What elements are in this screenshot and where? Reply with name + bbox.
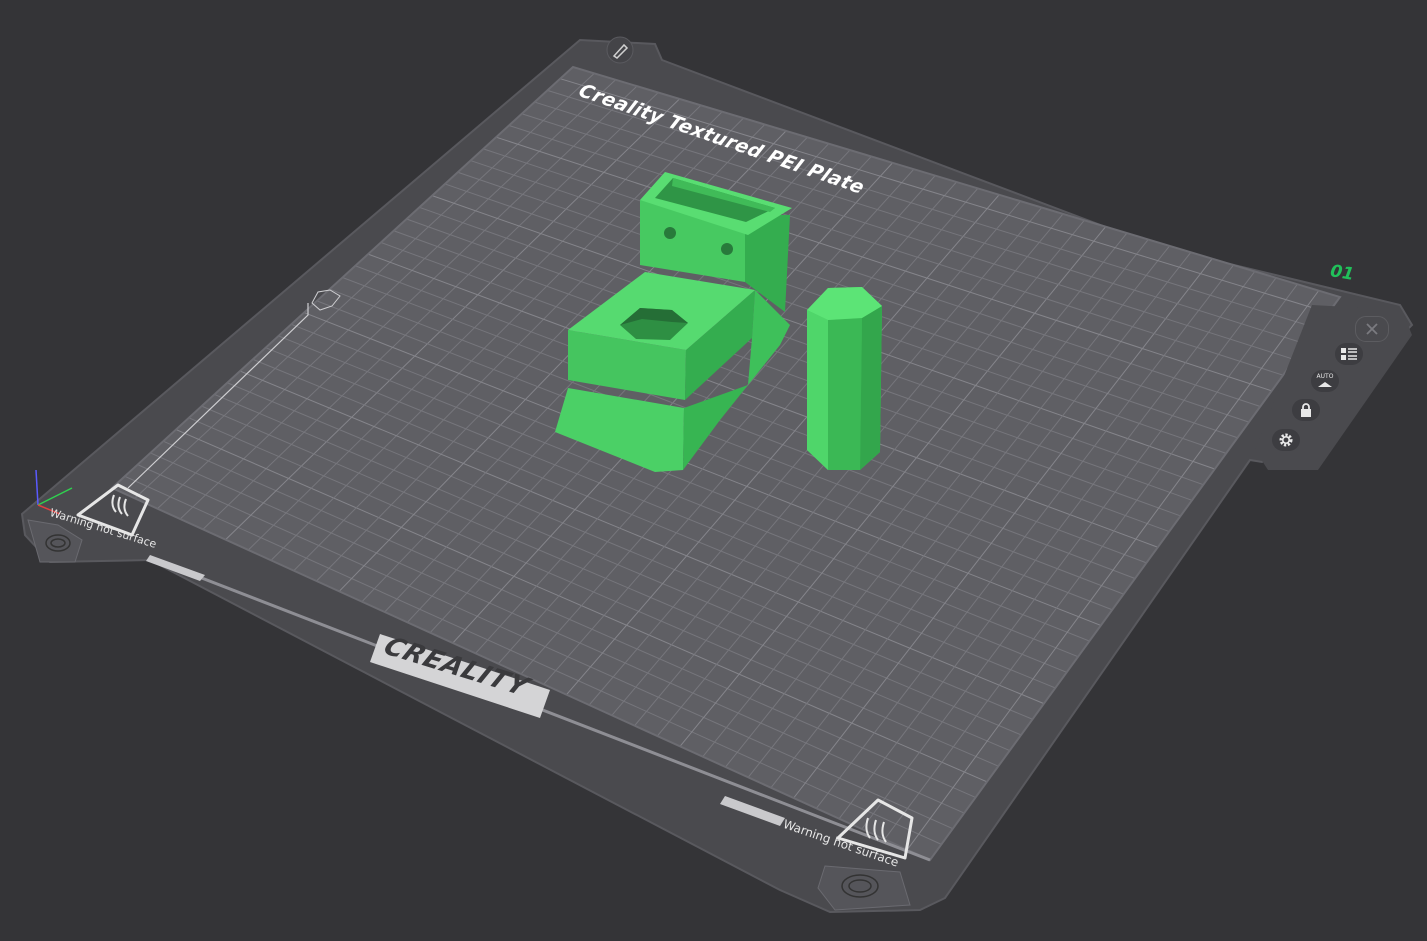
bed-surface[interactable] — [110, 65, 1342, 862]
list-icon — [1341, 348, 1357, 360]
lock-icon — [1301, 402, 1311, 417]
lock-plate-button[interactable] — [1292, 399, 1320, 421]
auto-orient-icon — [1318, 382, 1332, 387]
model-hex-post[interactable] — [807, 287, 882, 470]
pencil-icon[interactable] — [606, 36, 634, 64]
fingerprint-icon — [817, 865, 911, 911]
close-icon — [1366, 323, 1378, 335]
close-plate-button[interactable] — [1355, 316, 1389, 342]
auto-orient-button[interactable]: AUTO — [1311, 370, 1339, 392]
auto-label: AUTO — [1316, 373, 1334, 380]
gear-icon — [1279, 433, 1293, 447]
plate-settings-button[interactable] — [1272, 429, 1300, 451]
arrange-list-button[interactable] — [1335, 343, 1363, 365]
